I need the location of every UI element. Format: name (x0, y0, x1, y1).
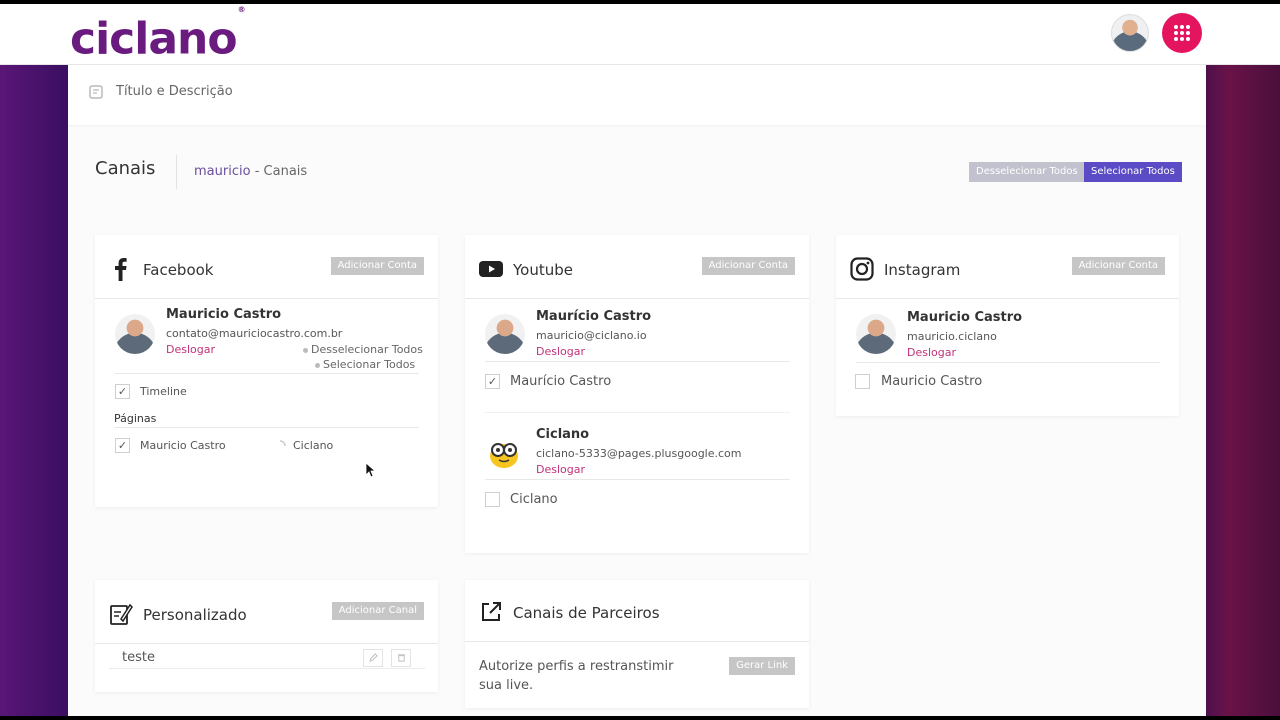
page-label-ciclano: Ciclano (293, 439, 334, 452)
apps-menu-button[interactable] (1162, 13, 1202, 53)
youtube-channel-checkbox-mauricio[interactable]: ✓ (485, 374, 500, 389)
facebook-logout-link[interactable]: Deslogar (166, 343, 215, 356)
pencil-icon (368, 653, 378, 662)
instagram-add-account-button[interactable]: Adicionar Conta (1071, 257, 1165, 275)
apps-grid-icon (1174, 25, 1190, 41)
edit-document-icon (110, 603, 133, 625)
page-label-mauricio-castro: Mauricio Castro (140, 439, 226, 452)
youtube-logout-link[interactable]: Deslogar (536, 345, 585, 358)
youtube-icon (479, 261, 503, 277)
generate-link-button[interactable]: Gerar Link (729, 657, 795, 675)
instagram-channel-checkbox[interactable] (855, 374, 870, 389)
youtube-divider-3 (485, 479, 790, 480)
youtube-channel-label-ciclano: Ciclano (510, 492, 558, 507)
youtube-channel-checkbox-ciclano[interactable] (485, 492, 500, 507)
user-avatar[interactable] (1111, 14, 1149, 52)
instagram-icon (850, 257, 874, 281)
instagram-channel-label: Mauricio Castro (881, 374, 983, 389)
facebook-account-avatar (115, 314, 155, 354)
custom-item-label: teste (122, 650, 155, 665)
facebook-select-all-label: Selecionar Todos (323, 358, 416, 371)
instagram-divider (856, 362, 1160, 363)
facebook-deselect-all-label: Desselecionar Todos (311, 343, 423, 356)
youtube-title: Youtube (513, 261, 573, 279)
facebook-account-email: contato@mauriciocastro.com.br (166, 327, 343, 340)
edit-item-button[interactable] (363, 649, 383, 667)
header-divider (176, 155, 177, 189)
breadcrumb-user[interactable]: mauricio (194, 164, 251, 179)
logo-text: ciclano (70, 13, 238, 65)
top-bar: ciclano® (0, 4, 1280, 65)
logo-registered-mark: ® (237, 5, 246, 14)
timeline-checkbox[interactable]: ✓ (115, 384, 130, 399)
facebook-add-account-button[interactable]: Adicionar Conta (330, 257, 424, 275)
custom-channel-card: Personalizado Adicionar Canal teste (95, 580, 438, 692)
loading-spinner-icon (279, 440, 286, 447)
main-panel: Título e Descrição Canais mauricio - Can… (68, 65, 1206, 716)
page-title: Canais (95, 158, 156, 179)
pages-divider (114, 427, 419, 428)
instagram-logout-link[interactable]: Deslogar (907, 346, 956, 359)
youtube-divider-1 (485, 361, 790, 362)
facebook-deselect-all-link[interactable]: Desselecionar Todos (303, 343, 423, 356)
custom-card-header: Personalizado Adicionar Canal (95, 580, 438, 644)
instagram-account-email: mauricio.ciclano (907, 330, 997, 343)
youtube-card-header: Youtube Adicionar Conta (465, 235, 809, 299)
facebook-divider (115, 373, 419, 374)
ciclano-mascot-icon (490, 443, 518, 468)
instagram-title: Instagram (884, 261, 961, 279)
deselect-all-button[interactable]: Desselecionar Todos (969, 162, 1085, 182)
app-window: ciclano® Título e Descrição Canais mauri… (0, 4, 1280, 716)
youtube-add-account-button[interactable]: Adicionar Conta (701, 257, 795, 275)
youtube-account-email-ciclano: ciclano-5333@pages.plusgoogle.com (536, 447, 742, 460)
partner-card-header: Canais de Parceiros (465, 580, 809, 642)
facebook-card: Facebook Adicionar Conta Mauricio Castro… (95, 235, 438, 507)
youtube-logout-link-ciclano[interactable]: Deslogar (536, 463, 585, 476)
facebook-icon (115, 258, 127, 281)
youtube-account-name-ciclano: Ciclano (536, 427, 590, 442)
breadcrumb-section: Canais (263, 164, 308, 179)
mouse-cursor-icon (365, 462, 375, 478)
facebook-select-all-link[interactable]: Selecionar Todos (315, 358, 415, 371)
instagram-account-avatar (856, 314, 896, 354)
partner-description: Autorize perfis a restranstimir sua live… (479, 659, 674, 693)
instagram-card-header: Instagram Adicionar Conta (836, 235, 1179, 299)
external-link-icon (482, 602, 501, 621)
youtube-divider-2 (485, 412, 790, 413)
youtube-account-avatar (485, 314, 525, 354)
custom-item-divider (109, 668, 425, 669)
add-channel-button[interactable]: Adicionar Canal (331, 602, 424, 620)
breadcrumb-separator: - (254, 164, 260, 179)
youtube-account-email: mauricio@ciclano.io (536, 329, 647, 342)
timeline-label: Timeline (140, 385, 187, 398)
partner-title: Canais de Parceiros (513, 604, 660, 622)
title-description-bar[interactable]: Título e Descrição (68, 65, 1206, 125)
title-description-label: Título e Descrição (116, 84, 233, 99)
select-all-button[interactable]: Selecionar Todos (1084, 162, 1182, 182)
breadcrumb: mauricio - Canais (194, 164, 307, 179)
page-checkbox-mauricio-castro[interactable]: ✓ (115, 438, 130, 453)
youtube-card: Youtube Adicionar Conta Maurício Castro … (465, 235, 809, 553)
instagram-card: Instagram Adicionar Conta Mauricio Castr… (836, 235, 1179, 416)
edit-note-icon (89, 85, 103, 99)
facebook-account-name: Mauricio Castro (166, 307, 282, 322)
youtube-account-name: Maurício Castro (536, 309, 652, 324)
youtube-channel-label-mauricio: Maurício Castro (510, 374, 612, 389)
custom-title: Personalizado (143, 606, 247, 624)
partner-channels-card: Canais de Parceiros Autorize perfis a re… (465, 580, 809, 708)
instagram-account-name: Mauricio Castro (907, 310, 1023, 325)
delete-item-button[interactable] (391, 649, 411, 667)
pages-heading: Páginas (114, 412, 157, 425)
ciclano-logo[interactable]: ciclano® (70, 5, 246, 66)
facebook-title: Facebook (143, 261, 214, 279)
facebook-card-header: Facebook Adicionar Conta (95, 235, 438, 299)
trash-icon (397, 654, 405, 662)
